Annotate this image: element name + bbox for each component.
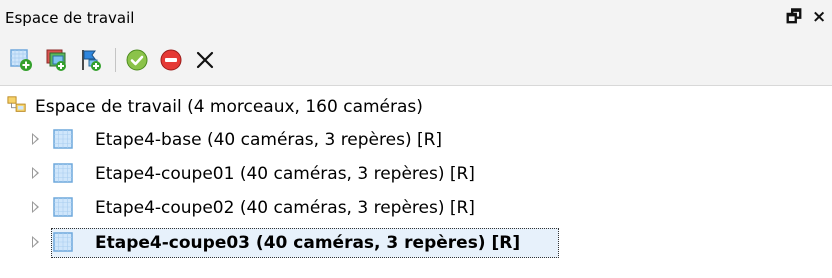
chunk-label: Etape4-coupe01 (40 caméras, 3 repères) [… xyxy=(95,164,475,184)
tree-root-item[interactable]: Espace de travail (4 morceaux, 160 camér… xyxy=(0,92,832,122)
chunk-label: Etape4-base (40 caméras, 3 repères) [R] xyxy=(95,130,443,150)
expand-arrow-icon[interactable] xyxy=(32,167,39,179)
float-panel-icon[interactable]: 🗗 xyxy=(786,6,802,28)
check-icon xyxy=(126,49,148,71)
chunk-label: Etape4-coupe03 (40 caméras, 3 repères) [… xyxy=(95,233,521,253)
tree-chunk-item[interactable]: Etape4-coupe02 (40 caméras, 3 repères) [… xyxy=(0,193,832,223)
remove-button[interactable] xyxy=(192,47,218,73)
add-photos-icon xyxy=(46,49,66,71)
add-photos-button[interactable] xyxy=(43,47,69,73)
enable-button[interactable] xyxy=(124,47,150,73)
workspace-icon xyxy=(7,96,26,112)
expand-arrow-icon[interactable] xyxy=(32,133,39,145)
add-chunk-button[interactable] xyxy=(8,47,34,73)
close-icon xyxy=(196,51,214,69)
expand-arrow-icon[interactable] xyxy=(32,236,39,248)
tree-root-label: Espace de travail (4 morceaux, 160 camér… xyxy=(35,97,423,117)
close-panel-icon[interactable]: × xyxy=(812,6,826,28)
tree-chunk-item-selected[interactable]: Etape4-coupe03 (40 caméras, 3 repères) [… xyxy=(0,228,832,258)
minus-circle-icon xyxy=(160,49,182,71)
chunk-icon xyxy=(53,197,73,217)
tree-chunk-item[interactable]: Etape4-coupe01 (40 caméras, 3 repères) [… xyxy=(0,159,832,189)
disable-button[interactable] xyxy=(158,47,184,73)
tree-chunk-item[interactable]: Etape4-base (40 caméras, 3 repères) [R] xyxy=(0,125,832,155)
toolbar xyxy=(0,36,832,86)
expand-arrow-icon[interactable] xyxy=(32,201,39,213)
chunk-label: Etape4-coupe02 (40 caméras, 3 repères) [… xyxy=(95,198,475,218)
workspace-tree: Espace de travail (4 morceaux, 160 camér… xyxy=(0,86,832,278)
chunk-icon xyxy=(53,129,73,149)
add-chunk-icon xyxy=(10,49,32,71)
add-markers-button[interactable] xyxy=(78,47,104,73)
toolbar-separator xyxy=(115,48,116,72)
panel-titlebar: Espace de travail 🗗 × xyxy=(0,0,832,36)
panel-title: Espace de travail xyxy=(5,9,135,27)
chunk-icon xyxy=(53,163,73,183)
chunk-icon xyxy=(53,232,73,252)
add-markers-icon xyxy=(82,50,101,71)
